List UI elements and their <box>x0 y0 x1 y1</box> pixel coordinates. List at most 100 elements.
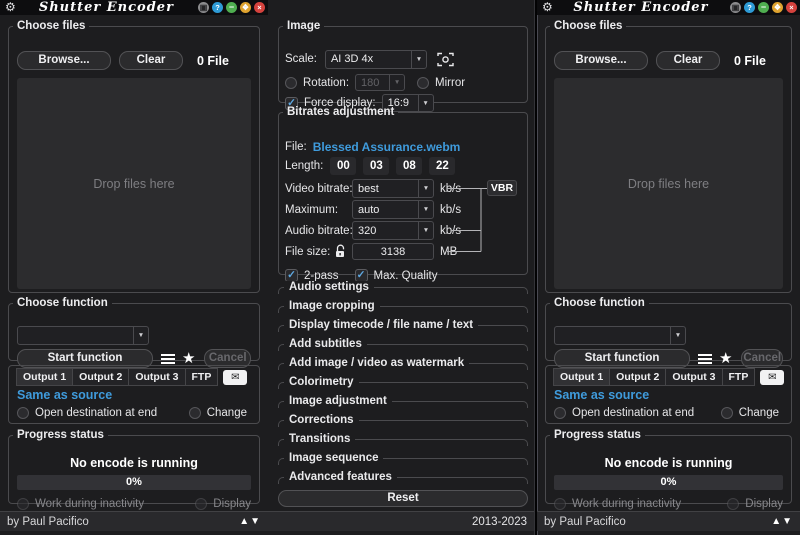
choose-files-group: Choose files Browse... Clear 0 File Drop… <box>545 20 792 293</box>
chevron-down-icon[interactable]: ▼ <box>410 50 426 68</box>
rotation-select[interactable]: 180 ▼ <box>355 74 406 91</box>
open-destination-label: Open destination at end <box>572 407 695 419</box>
titlebar[interactable]: ⚙ Shutter Encoder ▣ ? − ❖ × <box>0 0 268 15</box>
tab-ftp[interactable]: FTP <box>721 368 756 386</box>
length-frames[interactable]: 22 <box>429 156 456 175</box>
chevron-down-icon: ▼ <box>389 75 404 90</box>
drop-hint: Drop files here <box>93 176 175 191</box>
display-checkbox[interactable] <box>727 497 740 510</box>
resize-arrows[interactable]: ▲▼ <box>239 516 261 527</box>
section-advanced-features[interactable]: Advanced features <box>278 469 528 488</box>
arrow-down-icon[interactable]: ▼ <box>782 516 793 527</box>
app-logo: Shutter Encoder <box>573 0 709 15</box>
length-seconds[interactable]: 08 <box>396 156 423 175</box>
chevron-down-icon[interactable]: ▼ <box>670 327 685 344</box>
section-add-subtitles[interactable]: Add subtitles <box>278 336 528 355</box>
display-checkbox[interactable] <box>195 497 208 510</box>
tab-output-3[interactable]: Output 3 <box>128 368 186 386</box>
maximum-select[interactable]: auto ▼ <box>352 200 434 219</box>
display-button[interactable]: ▣ <box>730 2 741 13</box>
audio-bitrate-select[interactable]: 320 ▼ <box>352 221 434 240</box>
function-select[interactable]: ▼ <box>17 326 149 345</box>
clear-button[interactable]: Clear <box>656 51 720 70</box>
tab-output-3[interactable]: Output 3 <box>665 368 723 386</box>
section-audio-settings[interactable]: Audio settings <box>278 279 528 298</box>
section-transitions[interactable]: Transitions <box>278 431 528 450</box>
lock-open-icon[interactable] <box>333 244 348 259</box>
section-colorimetry[interactable]: Colorimetry <box>278 374 528 393</box>
settings-gear-icon[interactable]: ⚙ <box>5 0 16 15</box>
browse-button[interactable]: Browse... <box>554 51 648 70</box>
resize-arrows[interactable]: ▲▼ <box>771 516 793 527</box>
tab-output-2[interactable]: Output 2 <box>72 368 130 386</box>
section-image-cropping[interactable]: Image cropping <box>278 298 528 317</box>
section-corrections[interactable]: Corrections <box>278 412 528 431</box>
length-hours[interactable]: 00 <box>330 156 357 175</box>
maximum-label: Maximum: <box>285 203 339 216</box>
open-destination-radio[interactable] <box>554 407 566 419</box>
file-size-input[interactable] <box>352 243 434 260</box>
section-display-timecode[interactable]: Display timecode / file name / text <box>278 317 528 336</box>
progress-status-legend: Progress status <box>17 429 104 441</box>
status-bar: by Paul Pacifico ▲▼ <box>537 511 800 531</box>
chevron-down-icon[interactable]: ▼ <box>418 222 433 239</box>
queue-menu-icon[interactable] <box>161 353 175 364</box>
arrow-up-icon[interactable]: ▲ <box>239 516 250 527</box>
rotation-value: 180 <box>361 76 380 89</box>
queue-menu-icon[interactable] <box>698 353 712 364</box>
change-destination-label: Change <box>738 407 779 419</box>
preview-capture-icon[interactable] <box>437 52 454 67</box>
display-button[interactable]: ▣ <box>198 2 209 13</box>
mirror-radio[interactable] <box>417 76 430 89</box>
credit-text: by Paul Pacifico <box>7 515 89 528</box>
file-drop-zone[interactable]: Drop files here <box>17 78 251 289</box>
vbr-badge[interactable]: VBR <box>487 180 517 196</box>
output-tabs: Output 1 Output 2 Output 3 FTP ✉ <box>16 368 248 386</box>
clear-button[interactable]: Clear <box>119 51 183 70</box>
change-destination-radio[interactable] <box>188 407 201 419</box>
tab-output-1[interactable]: Output 1 <box>16 368 74 386</box>
settings-panel: Image Scale: AI 3D 4x ▼ Rotation: 180 ▼ … <box>268 0 535 535</box>
destination-path[interactable]: Same as source <box>554 388 649 402</box>
minimize-button[interactable]: − <box>758 2 769 13</box>
chevron-down-icon[interactable]: ▼ <box>418 201 433 218</box>
file-drop-zone[interactable]: Drop files here <box>554 78 783 289</box>
section-image-sequence[interactable]: Image sequence <box>278 450 528 469</box>
tab-output-1[interactable]: Output 1 <box>553 368 611 386</box>
fullscreen-button[interactable]: ❖ <box>240 2 251 13</box>
function-select[interactable]: ▼ <box>554 326 686 345</box>
titlebar[interactable]: ⚙ Shutter Encoder ▣ ? − ❖ × <box>537 0 800 15</box>
chevron-down-icon[interactable]: ▼ <box>133 327 148 344</box>
help-button[interactable]: ? <box>744 2 755 13</box>
work-during-inactivity-checkbox[interactable] <box>17 497 29 510</box>
work-during-inactivity-label: Work during inactivity <box>35 497 145 510</box>
section-add-watermark[interactable]: Add image / video as watermark <box>278 355 528 374</box>
video-bitrate-select[interactable]: best ▼ <box>352 179 434 198</box>
change-destination-radio[interactable] <box>720 407 733 419</box>
chevron-down-icon[interactable]: ▼ <box>418 180 433 197</box>
output-destination-group: Output 1 Output 2 Output 3 FTP ✉ Same as… <box>8 365 260 424</box>
section-image-adjustment[interactable]: Image adjustment <box>278 393 528 412</box>
settings-gear-icon[interactable]: ⚙ <box>542 0 553 15</box>
status-bar: by Paul Pacifico ▲▼ <box>0 511 268 531</box>
open-destination-radio[interactable] <box>17 407 29 419</box>
help-button[interactable]: ? <box>212 2 223 13</box>
scale-select[interactable]: AI 3D 4x ▼ <box>324 49 427 69</box>
tab-ftp[interactable]: FTP <box>184 368 219 386</box>
fullscreen-button[interactable]: ❖ <box>772 2 783 13</box>
arrow-down-icon[interactable]: ▼ <box>250 516 261 527</box>
close-button[interactable]: × <box>786 2 797 13</box>
work-during-inactivity-checkbox[interactable] <box>554 497 566 510</box>
reset-button[interactable]: Reset <box>278 490 528 507</box>
length-minutes[interactable]: 03 <box>363 156 390 175</box>
minimize-button[interactable]: − <box>226 2 237 13</box>
destination-path[interactable]: Same as source <box>17 388 112 402</box>
tab-output-2[interactable]: Output 2 <box>609 368 667 386</box>
arrow-up-icon[interactable]: ▲ <box>771 516 782 527</box>
mail-icon[interactable]: ✉ <box>223 369 248 385</box>
rotation-radio[interactable] <box>285 76 297 89</box>
work-during-inactivity-label: Work during inactivity <box>572 497 682 510</box>
mail-icon[interactable]: ✉ <box>760 369 785 385</box>
close-button[interactable]: × <box>254 2 265 13</box>
browse-button[interactable]: Browse... <box>17 51 111 70</box>
